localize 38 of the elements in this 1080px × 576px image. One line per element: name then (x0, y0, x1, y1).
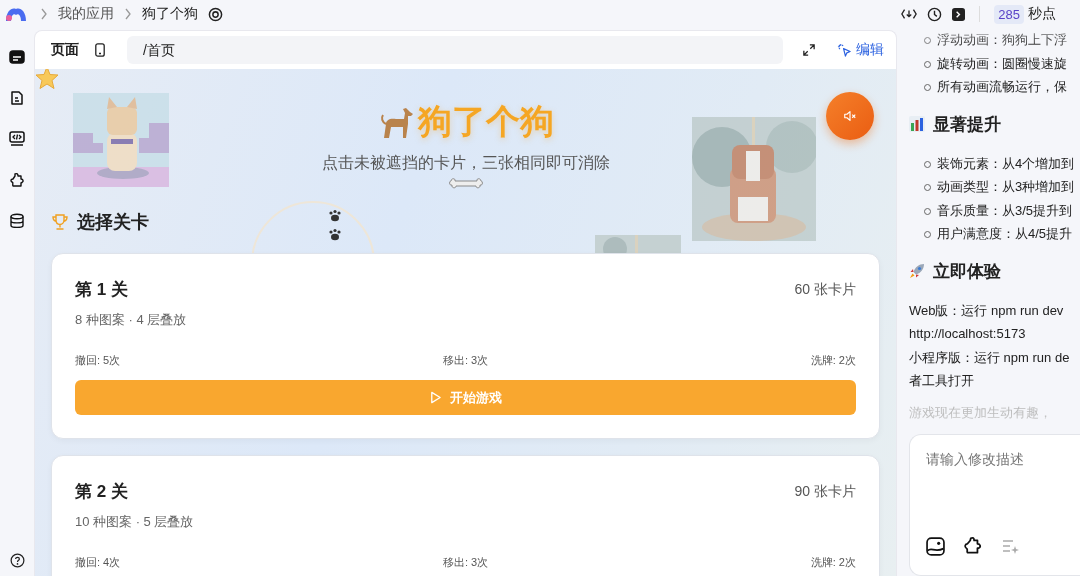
bullet-item: 音乐质量：从3/5提升到 (909, 198, 1080, 222)
bullet-item: 动画类型：从3种增加到 (909, 175, 1080, 199)
level-info: 10 种图案 · 5 层叠放 (75, 513, 195, 531)
bullet-item: 所有动画流畅运行，保 (909, 75, 1080, 99)
chat-text: Web版：运行 npm run dev (909, 301, 1065, 320)
breadcrumb[interactable]: 我的应用 (58, 5, 114, 23)
level-stat: 洗牌: 2次 (810, 555, 856, 570)
bullet-item: 装饰元素：从4个增加到 (909, 151, 1080, 175)
level-stat: 撤回: 5次 (75, 353, 121, 368)
message-input[interactable]: 请输入修改描述 (926, 451, 1080, 523)
points-label: 秒点 (1028, 5, 1056, 23)
edit-button[interactable]: 编辑 (837, 41, 884, 59)
chat-text: 小程序版：运行 npm run de (909, 348, 1071, 367)
bullet-item: 旋转动画：圆圈慢速旋 (909, 51, 1080, 75)
chat-text: 游戏现在更加生动有趣， (909, 403, 1053, 422)
chat-heading: 立即体验 (933, 260, 1001, 283)
app-title: 狗了个狗 (417, 101, 554, 142)
chat-text: http://localhost:5173 (909, 325, 1027, 343)
level-stat: 洗牌: 2次 (810, 353, 856, 368)
page-tab[interactable]: 页面 (51, 41, 79, 59)
section-title: 选择关卡 (77, 211, 149, 234)
chat-text: 者工具打开 (909, 372, 975, 390)
level-info: 8 种图案 · 4 层叠放 (75, 311, 188, 329)
level-title: 第 1 关 (75, 279, 128, 301)
level-stat: 撤回: 4次 (75, 555, 121, 570)
card-count: 60 张卡片 (794, 280, 856, 299)
level-stat: 移出: 3次 (442, 555, 489, 570)
points-badge: 285 (994, 4, 1024, 24)
level-stat: 移出: 3次 (442, 353, 489, 368)
level-title: 第 2 关 (75, 481, 128, 503)
url-field[interactable]: /首页 (127, 36, 783, 64)
bullet-item: 浮动动画：狗狗上下浮 (909, 28, 1080, 52)
chat-heading: 显著提升 (933, 113, 1001, 136)
card-count: 90 张卡片 (794, 482, 856, 501)
subtitle: 点击未被遮挡的卡片，三张相同即可消除 (321, 153, 610, 173)
bullet-item: 用户满意度：从4/5提升 (909, 222, 1080, 246)
breadcrumb[interactable]: 狗了个狗 (142, 5, 198, 23)
message-composer[interactable]: 请输入修改描述 (909, 434, 1080, 576)
